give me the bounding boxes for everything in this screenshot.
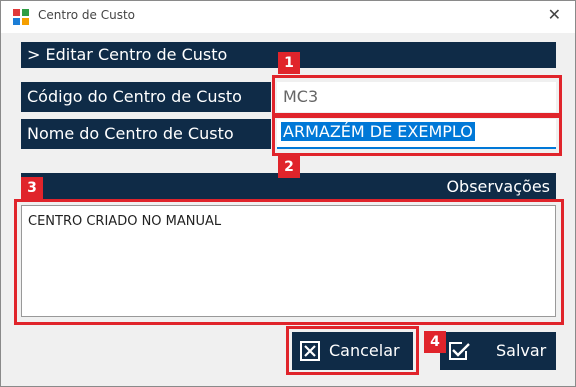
close-icon[interactable]: ✕ (548, 6, 561, 24)
window-title: Centro de Custo (38, 8, 135, 22)
annotation-box-2 (272, 115, 562, 156)
annotation-box-3 (14, 199, 564, 325)
annotation-box-1 (272, 75, 562, 116)
observacoes-label: Observações (446, 177, 550, 196)
salvar-label: Salvar (496, 341, 547, 360)
annotation-badge-4: 4 (424, 331, 446, 353)
codigo-label-box: Código do Centro de Custo (21, 82, 271, 112)
check-box-icon (449, 342, 470, 360)
salvar-button[interactable]: Salvar (440, 332, 556, 370)
codigo-label: Código do Centro de Custo (27, 87, 242, 106)
nome-label-box: Nome do Centro de Custo (21, 119, 271, 149)
annotation-badge-2: 2 (278, 156, 300, 178)
title-bar: Centro de Custo ✕ (1, 1, 575, 33)
annotation-badge-1: 1 (278, 52, 300, 74)
app-grid-icon (13, 9, 29, 25)
annotation-box-4 (286, 326, 419, 375)
section-header-label: > Editar Centro de Custo (27, 45, 228, 64)
window: Centro de Custo ✕ > Editar Centro de Cus… (0, 0, 576, 387)
nome-label: Nome do Centro de Custo (27, 124, 234, 143)
annotation-badge-3: 3 (21, 177, 43, 199)
